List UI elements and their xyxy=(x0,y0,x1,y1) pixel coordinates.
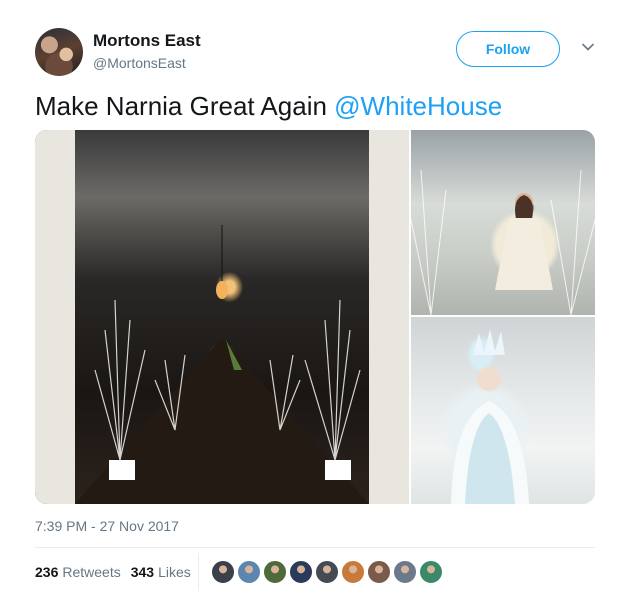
photo-white-witch[interactable] xyxy=(411,317,595,504)
retweets-stat[interactable]: 236 Retweets xyxy=(35,564,121,580)
tweet-body: Make Narnia Great Again xyxy=(35,91,335,121)
liker-avatar[interactable] xyxy=(367,560,391,584)
media-grid xyxy=(35,130,595,504)
liker-avatar[interactable] xyxy=(341,560,365,584)
avatar[interactable] xyxy=(35,28,83,76)
tweet-timestamp[interactable]: 7:39 PM - 27 Nov 2017 xyxy=(35,518,179,534)
retweets-count: 236 xyxy=(35,564,59,580)
likes-label: Likes xyxy=(158,564,191,580)
engagement-stats: 236 Retweets 343 Likes xyxy=(35,564,201,580)
user-name[interactable]: Mortons East xyxy=(93,31,201,51)
liker-avatar[interactable] xyxy=(393,560,417,584)
liker-avatar[interactable] xyxy=(315,560,339,584)
liker-avatar[interactable] xyxy=(289,560,313,584)
liker-avatar[interactable] xyxy=(263,560,287,584)
liker-avatars xyxy=(211,560,445,584)
liker-avatar[interactable] xyxy=(237,560,261,584)
divider xyxy=(35,547,595,548)
liker-avatar[interactable] xyxy=(211,560,235,584)
liker-avatar[interactable] xyxy=(419,560,443,584)
snow-decor xyxy=(451,329,529,504)
stats-divider xyxy=(198,553,199,591)
mention-link[interactable]: @WhiteHouse xyxy=(334,91,502,121)
hallway-decor xyxy=(35,130,409,504)
user-handle[interactable]: @MortonsEast xyxy=(93,55,186,71)
follow-button[interactable]: Follow xyxy=(456,31,560,67)
branches-decor xyxy=(411,169,595,315)
tweet-text: Make Narnia Great Again @WhiteHouse xyxy=(35,91,502,122)
photo-first-lady[interactable] xyxy=(411,130,595,315)
retweets-label: Retweets xyxy=(62,564,121,580)
chevron-down-icon[interactable] xyxy=(581,40,595,54)
likes-stat[interactable]: 343 Likes xyxy=(131,564,191,580)
photo-hallway[interactable] xyxy=(35,130,409,504)
likes-count: 343 xyxy=(130,564,155,580)
tweet-header: Mortons East @MortonsEast Follow xyxy=(35,28,605,76)
